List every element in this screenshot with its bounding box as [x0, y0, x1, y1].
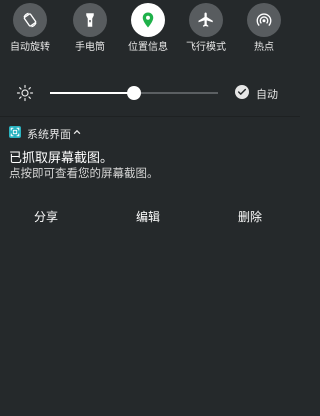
- notification-title: 已抓取屏幕截图。: [9, 151, 114, 166]
- tile-label: 位置信息: [128, 42, 168, 53]
- auto-brightness-label: 自动: [256, 88, 278, 101]
- brightness-slider[interactable]: [50, 86, 218, 100]
- airplane-icon: [198, 12, 213, 27]
- location-button[interactable]: [131, 3, 165, 37]
- chevron-up-icon[interactable]: [72, 127, 82, 137]
- tile-label: 飞行模式: [186, 42, 226, 53]
- screenshot-icon: [10, 127, 20, 137]
- share-button[interactable]: 分享: [34, 208, 58, 225]
- tile-label: 手电筒: [75, 42, 105, 53]
- tile-label: 自动旋转: [10, 42, 50, 53]
- flashlight-icon: [86, 13, 94, 27]
- screenshot-notification[interactable]: 系统界面 已抓取屏幕截图。 点按即可查看您的屏幕截图。 分享 编辑 删除: [0, 120, 300, 240]
- tile-auto-rotate[interactable]: 自动旋转: [0, 0, 60, 60]
- brightness-slider-fill: [50, 92, 134, 94]
- auto-rotate-icon: [23, 12, 37, 28]
- brightness-slider-thumb[interactable]: [127, 86, 141, 100]
- tile-hotspot[interactable]: 热点: [234, 0, 294, 60]
- tile-location[interactable]: 位置信息: [118, 0, 178, 60]
- brightness-sun-icon: [16, 84, 34, 102]
- auto-brightness-checkbox[interactable]: [235, 85, 249, 99]
- delete-button[interactable]: 删除: [238, 208, 262, 225]
- airplane-mode-button[interactable]: [189, 3, 223, 37]
- check-icon: [237, 88, 247, 95]
- auto-rotate-button[interactable]: [13, 3, 47, 37]
- quick-settings-row: 自动旋转 手电筒 位置信息 飞行模式 热点: [0, 0, 300, 60]
- divider: [0, 116, 300, 117]
- notification-body: 点按即可查看您的屏幕截图。: [9, 166, 159, 180]
- hotspot-icon: [256, 13, 272, 27]
- location-pin-icon: [142, 12, 154, 28]
- brightness-row: 自动: [0, 78, 300, 108]
- tile-label: 热点: [254, 42, 274, 53]
- edit-button[interactable]: 编辑: [136, 208, 160, 225]
- tile-flashlight[interactable]: 手电筒: [60, 0, 120, 60]
- flashlight-button[interactable]: [73, 3, 107, 37]
- notification-app-name: 系统界面: [27, 128, 71, 141]
- tile-airplane-mode[interactable]: 飞行模式: [176, 0, 236, 60]
- hotspot-button[interactable]: [247, 3, 281, 37]
- system-ui-app-icon: [9, 126, 21, 138]
